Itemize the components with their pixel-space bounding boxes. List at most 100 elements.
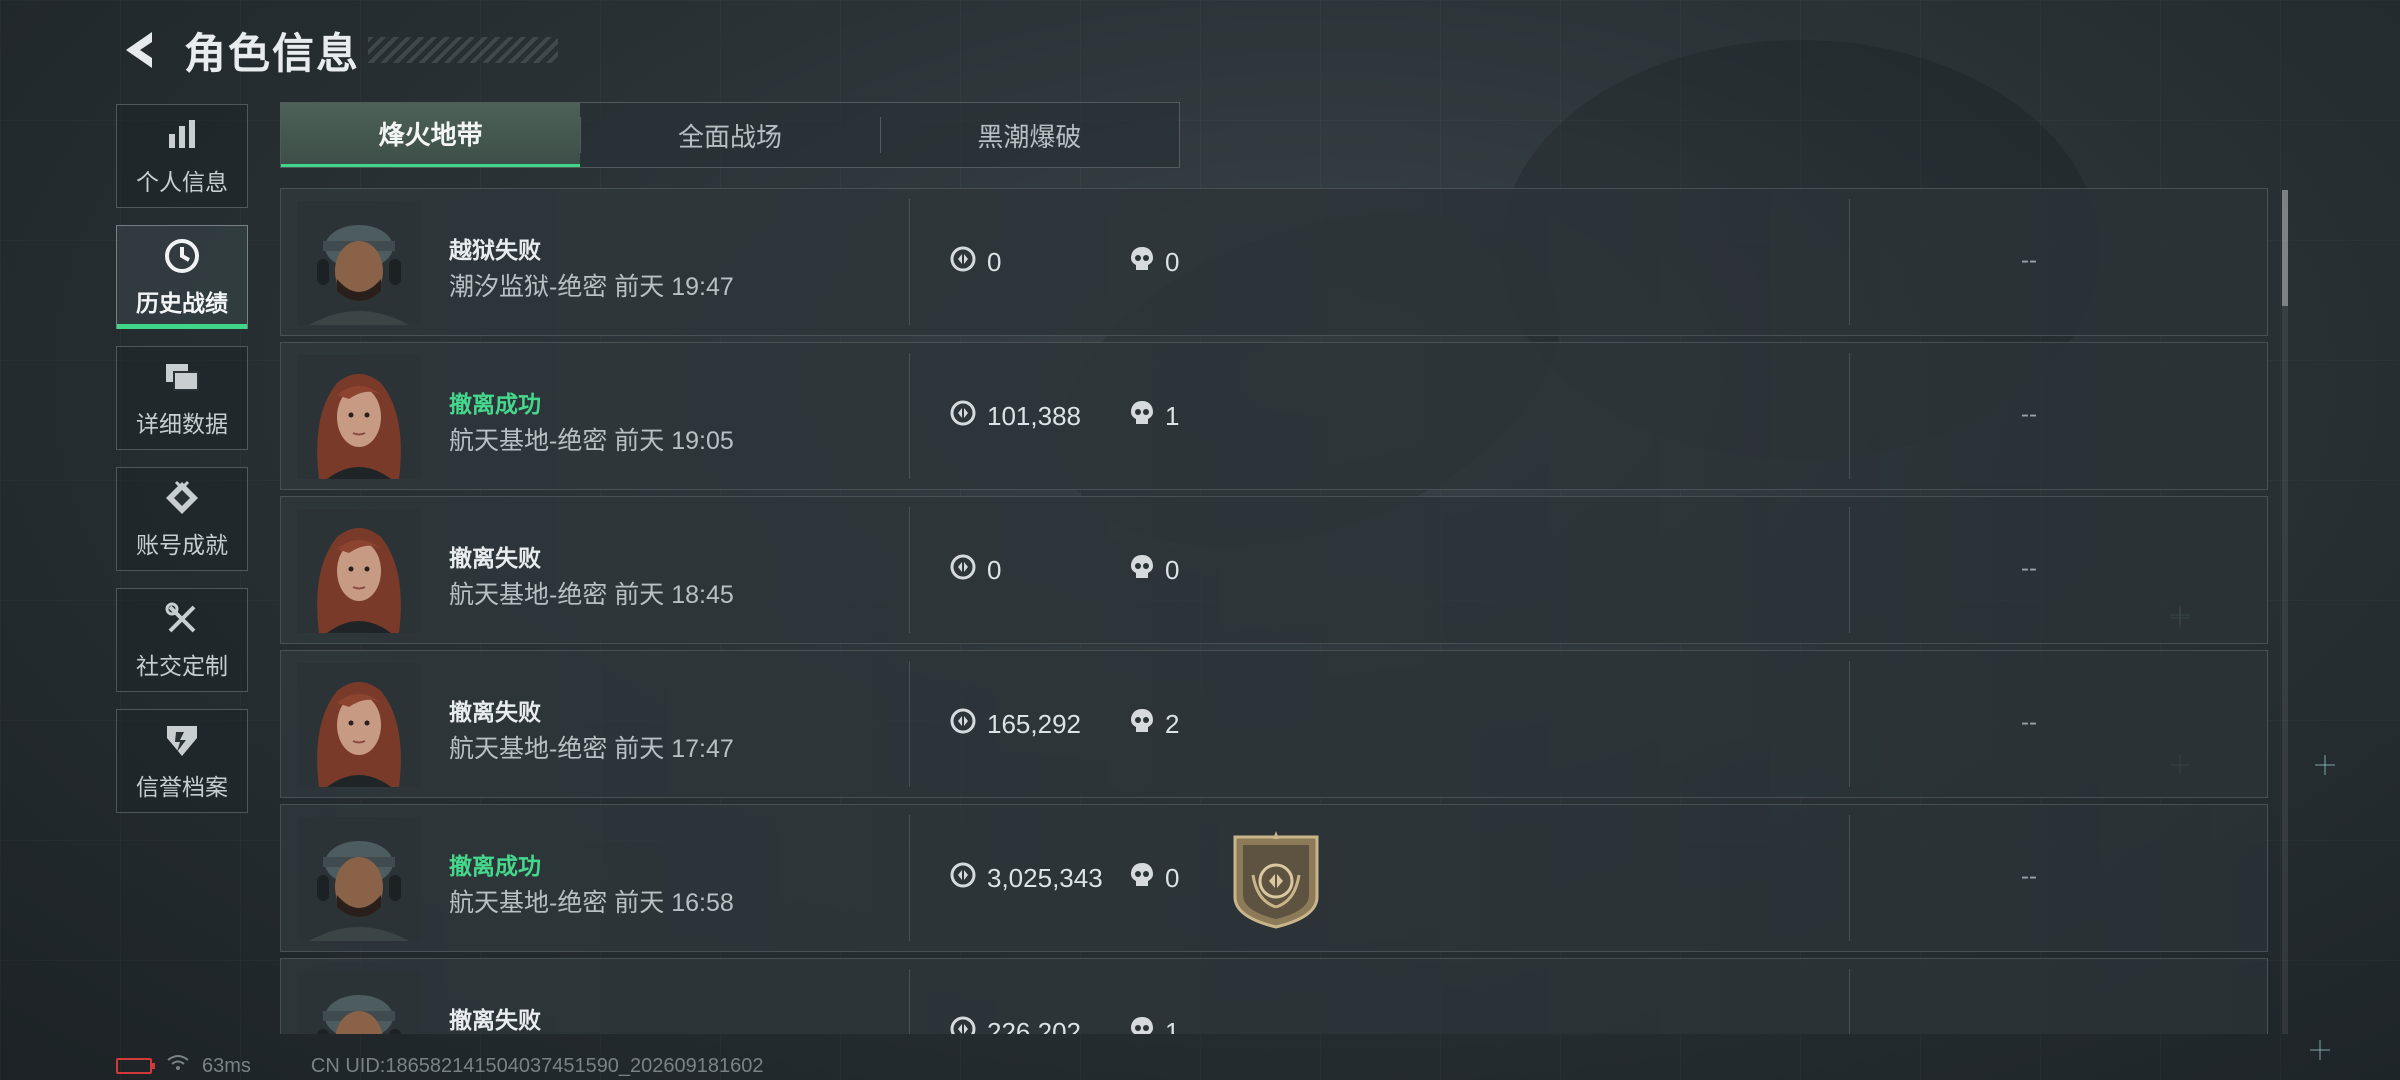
row-divider: [909, 507, 910, 633]
extract-value-stat: 226,202: [949, 1015, 1081, 1034]
nav-label: 历史战绩: [136, 290, 228, 316]
kill-count: 2: [1165, 709, 1180, 739]
male-operator-avatar: [297, 817, 421, 941]
extract-value: 165,292: [987, 709, 1081, 739]
kill-count: 0: [1165, 555, 1180, 585]
kill-count: 1: [1165, 1017, 1180, 1034]
female-operator-avatar: [297, 509, 421, 633]
credit-shield-icon: [162, 720, 202, 760]
extra-value: --: [2021, 555, 2037, 582]
nav-label: 信誉档案: [136, 774, 228, 800]
wifi-icon: [166, 1054, 190, 1078]
match-result: 撤离成功: [449, 391, 541, 417]
coin-icon: [949, 553, 987, 588]
match-result: 撤离失败: [449, 1007, 541, 1033]
female-operator-avatar: [297, 663, 421, 787]
kills-stat: 2: [1129, 707, 1179, 742]
coin-icon: [949, 861, 987, 896]
side-nav: 个人信息 历史战绩 详细数据 账号成就 社交定制 信誉档案: [116, 104, 252, 830]
extract-value: 0: [987, 247, 1002, 277]
back-arrow-icon[interactable]: [112, 24, 164, 76]
list-scrollbar[interactable]: [2282, 190, 2288, 1034]
extract-value-stat: 165,292: [949, 707, 1081, 742]
extract-value-stat: 101,388: [949, 399, 1081, 434]
coin-icon: [949, 707, 987, 742]
kills-stat: 0: [1129, 245, 1179, 280]
ping-text: 63ms: [202, 1054, 251, 1077]
nav-item-credit[interactable]: 信誉档案: [116, 709, 248, 813]
female-operator-avatar: [297, 355, 421, 479]
match-record-row[interactable]: 撤离成功 航天基地-绝密 前天 19:05 101,388 1 --: [280, 342, 2268, 490]
extract-value-stat: 3,025,343: [949, 861, 1103, 896]
match-record-row[interactable]: 撤离失败 航天基地-绝密 前天 18:45 0 0 --: [280, 496, 2268, 644]
scroll-thumb[interactable]: [2282, 190, 2288, 306]
nav-item-match-history[interactable]: 历史战绩: [116, 225, 248, 329]
achievement-icon: [162, 478, 202, 518]
nav-item-personal-info[interactable]: 个人信息: [116, 104, 248, 208]
extract-value: 0: [987, 555, 1002, 585]
page-title: 角色信息: [184, 29, 361, 77]
match-record-list: 越狱失败 潮汐监狱-绝密 前天 19:47 0 0 -- 撤离成功 航天基地-绝…: [280, 188, 2268, 1034]
match-map-time: 航天基地-绝密 前天 18:45: [449, 581, 734, 609]
kills-stat: 1: [1129, 399, 1179, 434]
kills-stat: 1: [1129, 1015, 1179, 1034]
match-result: 撤离成功: [449, 853, 541, 879]
tab-mode-1[interactable]: 烽火地带: [281, 103, 581, 167]
row-divider: [909, 815, 910, 941]
skull-icon: [1129, 861, 1165, 896]
nav-label: 个人信息: [136, 169, 228, 195]
nav-label: 社交定制: [136, 653, 228, 679]
row-divider: [1849, 353, 1850, 479]
kill-count: 1: [1165, 401, 1180, 431]
coin-icon: [949, 245, 987, 280]
extract-value: 3,025,343: [987, 863, 1103, 893]
hud-crosshair-decoration: [2310, 1040, 2330, 1060]
uid-text: CN UID:1865821415040374515​90_2026091816…: [310, 1054, 764, 1077]
row-divider: [909, 969, 910, 1034]
match-map-time: 航天基地-绝密 前天 16:58: [449, 889, 734, 917]
title-stripe-decoration: [368, 37, 559, 63]
history-clock-icon: [162, 236, 202, 276]
skull-icon: [1129, 1015, 1165, 1034]
match-result: 越狱失败: [449, 237, 541, 263]
tab-mode-3[interactable]: 黑潮爆破: [879, 103, 1179, 167]
skull-icon: [1129, 707, 1165, 742]
nav-label: 详细数据: [136, 411, 228, 437]
match-map-time: 航天基地-绝密 前天 19:05: [449, 427, 734, 455]
extra-value: --: [2021, 401, 2037, 428]
kill-count: 0: [1165, 247, 1180, 277]
row-divider: [909, 199, 910, 325]
match-record-row[interactable]: 撤离失败 226,202 1: [280, 958, 2268, 1034]
coin-icon: [949, 399, 987, 434]
match-map-time: 潮汐监狱-绝密 前天 19:47: [449, 273, 734, 301]
tools-icon: [162, 599, 202, 639]
row-divider: [909, 661, 910, 787]
status-footer: 63ms CN UID:1865821415040374515​90_20260…: [116, 1052, 764, 1080]
nav-label: 账号成就: [136, 532, 228, 558]
match-result: 撤离失败: [449, 545, 541, 571]
nav-item-social[interactable]: 社交定制: [116, 588, 248, 692]
row-divider: [1849, 661, 1850, 787]
extra-value: --: [2021, 247, 2037, 274]
nav-item-detailed-data[interactable]: 详细数据: [116, 346, 248, 450]
skull-icon: [1129, 399, 1165, 434]
nav-item-achievements[interactable]: 账号成就: [116, 467, 248, 571]
extract-value-stat: 0: [949, 553, 1001, 588]
battery-low-icon: [116, 1058, 155, 1074]
kills-stat: 0: [1129, 553, 1179, 588]
kill-count: 0: [1165, 863, 1180, 893]
kills-stat: 0: [1129, 861, 1179, 896]
bar-chart-icon: [162, 115, 202, 155]
achievement-badge-icon: [1231, 831, 1321, 936]
match-result: 撤离失败: [449, 699, 541, 725]
extra-value: --: [2021, 709, 2037, 736]
match-record-row[interactable]: 越狱失败 潮汐监狱-绝密 前天 19:47 0 0 --: [280, 188, 2268, 336]
row-divider: [909, 353, 910, 479]
match-record-row[interactable]: 撤离失败 航天基地-绝密 前天 17:47 165,292 2 --: [280, 650, 2268, 798]
coin-icon: [949, 1015, 987, 1034]
row-divider: [1849, 815, 1850, 941]
match-record-row[interactable]: 撤离成功 航天基地-绝密 前天 16:58 3,025,343 0 --: [280, 804, 2268, 952]
tab-mode-2[interactable]: 全面战场: [580, 103, 879, 167]
row-divider: [1849, 969, 1850, 1034]
row-divider: [1849, 199, 1850, 325]
